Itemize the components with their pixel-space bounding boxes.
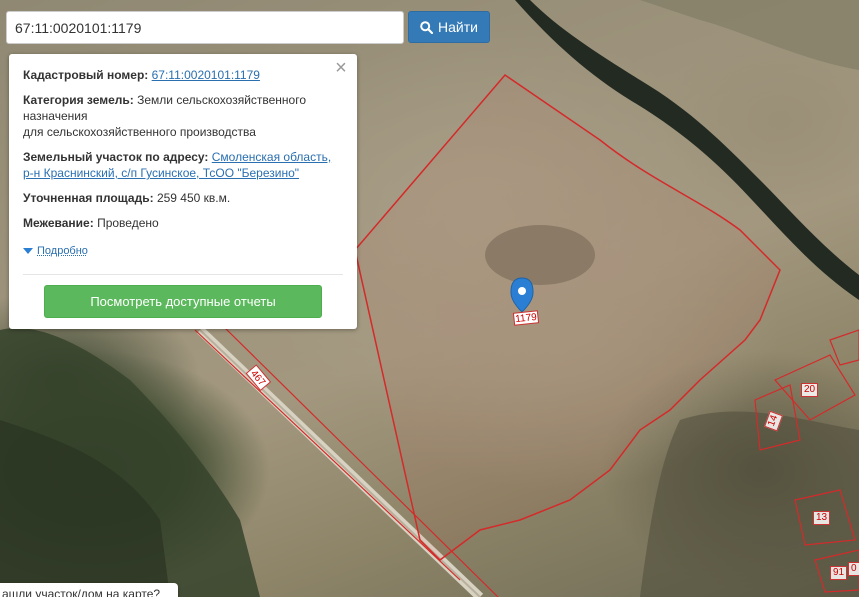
- area-row: Уточненная площадь: 259 450 кв.м.: [23, 190, 343, 206]
- panel-divider: [23, 274, 343, 275]
- plot-label-0: 0: [848, 562, 859, 576]
- cadastral-search-input[interactable]: [6, 11, 404, 44]
- plot-label-13: 13: [813, 511, 831, 525]
- field-area: [640, 0, 859, 70]
- survey-label: Межевание:: [23, 216, 94, 230]
- close-icon[interactable]: ×: [333, 58, 349, 78]
- hint-tooltip[interactable]: ашли участок/дом на карте?: [0, 583, 178, 597]
- village-area: [640, 411, 859, 597]
- search-button[interactable]: Найти: [408, 11, 490, 43]
- svg-text:1179: 1179: [515, 312, 538, 325]
- plot-label-91: 91: [830, 566, 848, 580]
- details-link[interactable]: Подробно: [37, 243, 88, 259]
- address-row: Земельный участок по адресу: Смоленская …: [23, 149, 343, 181]
- plot-label-20: 20: [801, 383, 819, 397]
- caret-down-icon: [23, 247, 33, 254]
- land-category-row: Категория земель: Земли сельскохозяйстве…: [23, 92, 343, 140]
- cadastral-number-label: Кадастровый номер:: [23, 68, 149, 82]
- cadastral-info-panel: × Кадастровый номер: 67:11:0020101:1179 …: [9, 54, 357, 329]
- address-label: Земельный участок по адресу:: [23, 150, 209, 164]
- area-label: Уточненная площадь:: [23, 191, 154, 205]
- cadastral-number-row: Кадастровый номер: 67:11:0020101:1179: [23, 67, 343, 83]
- survey-value: Проведено: [97, 216, 159, 230]
- survey-row: Межевание: Проведено: [23, 215, 343, 231]
- cadastral-number-link[interactable]: 67:11:0020101:1179: [152, 68, 260, 82]
- plot-boundary-edge[interactable]: [829, 329, 859, 366]
- search-icon: [420, 20, 434, 34]
- view-reports-button[interactable]: Посмотреть доступные отчеты: [44, 285, 322, 318]
- search-button-label: Найти: [438, 19, 478, 35]
- marker-label: 1179: [512, 310, 540, 326]
- land-category-label: Категория земель:: [23, 93, 134, 107]
- land-category-value-line2: для сельскохозяйственного производства: [23, 125, 256, 139]
- details-toggle[interactable]: Подробно: [23, 243, 88, 259]
- area-value: 259 450 кв.м.: [156, 191, 231, 205]
